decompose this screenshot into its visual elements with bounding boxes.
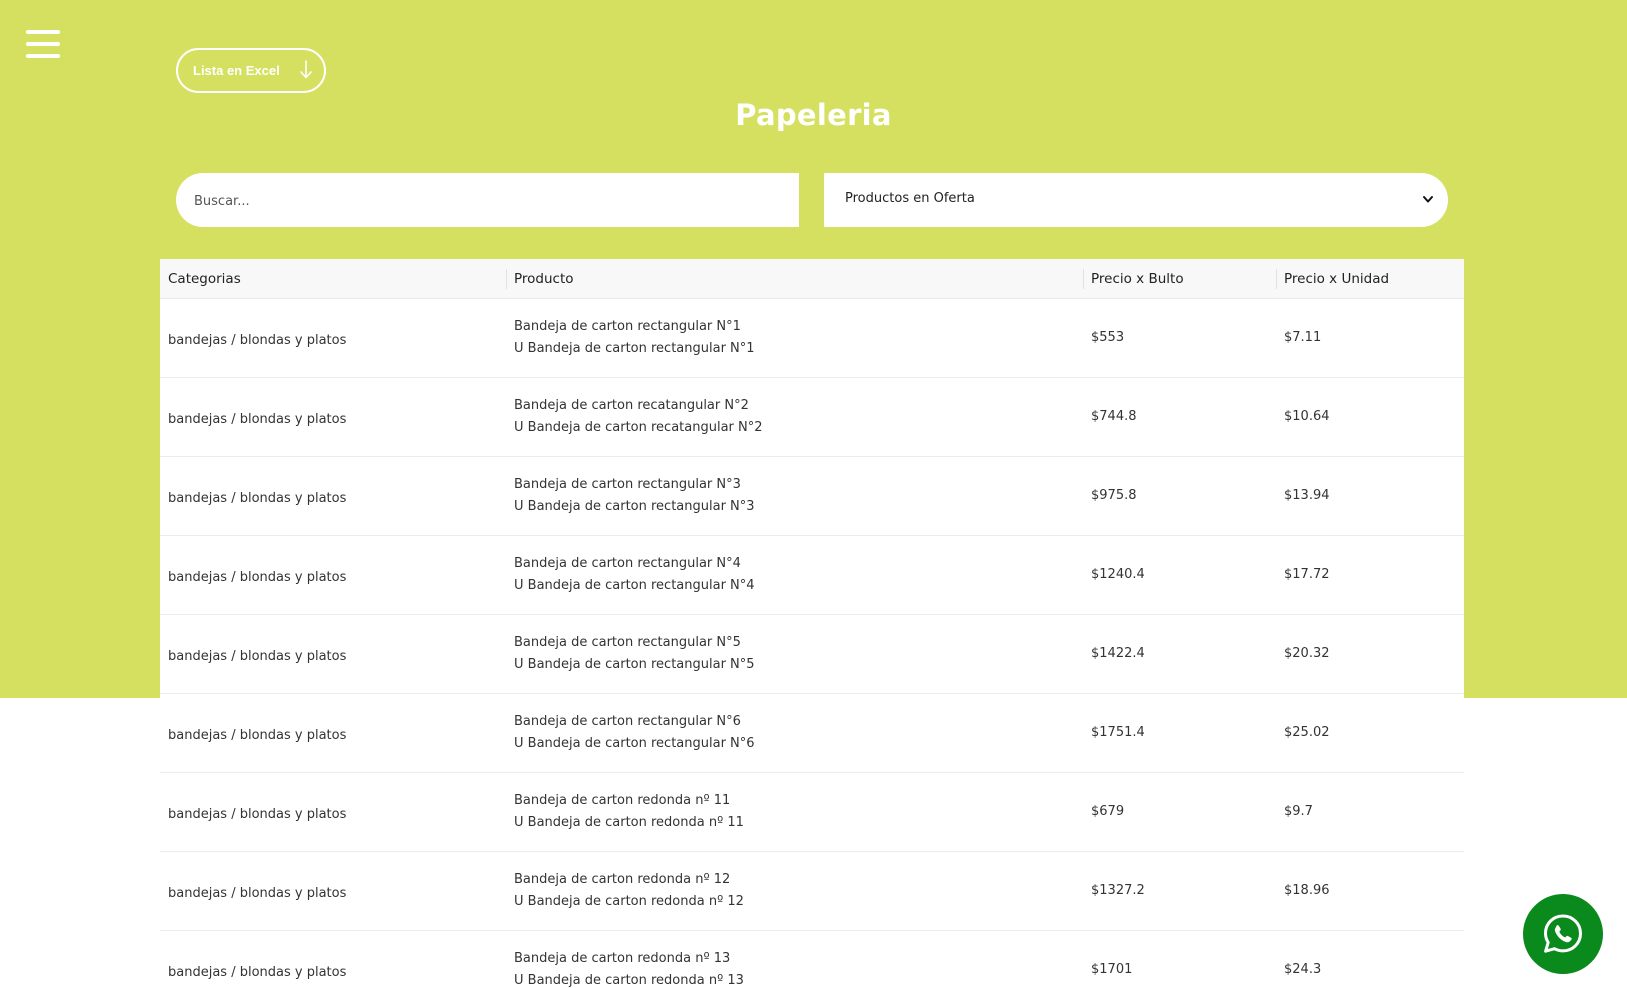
price-unit-cell: $25.02: [1276, 693, 1464, 773]
product-name: Bandeja de carton rectangular N°3: [514, 477, 741, 492]
table-row: bandejas / blondas y platos Bandeja de ca…: [160, 772, 1464, 852]
price-unit-cell: $17.72: [1276, 535, 1464, 615]
products-table: Categorias Producto Precio x Bulto Preci…: [160, 259, 1464, 988]
category-cell: bandejas / blondas y platos: [160, 614, 506, 694]
product-cell: Bandeja de carton rectangular N°1 U Bande…: [506, 298, 1083, 378]
table-row: bandejas / blondas y platos Bandeja de ca…: [160, 377, 1464, 457]
price-unit-cell: $10.64: [1276, 377, 1464, 457]
table-row: bandejas / blondas y platos Bandeja de ca…: [160, 535, 1464, 615]
search-box[interactable]: [176, 173, 799, 229]
column-header-categorias[interactable]: Categorias: [160, 259, 506, 299]
product-cell: Bandeja de carton redonda nº 11 U Bandeja…: [506, 772, 1083, 852]
price-unit-cell: $18.96: [1276, 851, 1464, 931]
price-bulk-cell: $744.8: [1083, 377, 1276, 457]
product-name: Bandeja de carton redonda nº 12: [514, 872, 731, 887]
arrow-down-icon: [300, 60, 312, 79]
column-header-precio-unidad[interactable]: Precio x Unidad: [1276, 259, 1464, 299]
product-name: Bandeja de carton redonda nº 13: [514, 951, 731, 966]
excel-button-label: Lista en Excel: [193, 63, 280, 78]
table-body: bandejas / blondas y platos Bandeja de ca…: [160, 298, 1464, 988]
category-cell: bandejas / blondas y platos: [160, 851, 506, 931]
chevron-down-icon: [1423, 196, 1433, 203]
table-row: bandejas / blondas y platos Bandeja de ca…: [160, 930, 1464, 988]
whatsapp-icon: [1544, 914, 1582, 953]
product-cell: Bandeja de carton rectangular N°4 U Bande…: [506, 535, 1083, 615]
price-bulk-cell: $975.8: [1083, 456, 1276, 536]
search-input[interactable]: [192, 173, 786, 229]
product-name: Bandeja de carton rectangular N°6: [514, 714, 741, 729]
product-cell: Bandeja de carton rectangular N°6 U Bande…: [506, 693, 1083, 773]
price-unit-cell: $7.11: [1276, 298, 1464, 378]
product-unit-name: U Bandeja de carton rectangular N°6: [514, 736, 755, 751]
price-unit-cell: $9.7: [1276, 772, 1464, 852]
product-unit-name: U Bandeja de carton rectangular N°1: [514, 341, 755, 356]
table-header: Categorias Producto Precio x Bulto Preci…: [160, 259, 1464, 299]
column-header-precio-bulto[interactable]: Precio x Bulto: [1083, 259, 1276, 299]
price-bulk-cell: $1327.2: [1083, 851, 1276, 931]
category-cell: bandejas / blondas y platos: [160, 772, 506, 852]
table-row: bandejas / blondas y platos Bandeja de ca…: [160, 693, 1464, 773]
product-name: Bandeja de carton rectangular N°4: [514, 556, 741, 571]
price-bulk-cell: $553: [1083, 298, 1276, 378]
product-name: Bandeja de carton rectangular N°5: [514, 635, 741, 650]
column-header-producto[interactable]: Producto: [506, 259, 1083, 299]
hamburger-menu-icon[interactable]: [26, 30, 62, 60]
product-name: Bandeja de carton recatangular N°2: [514, 398, 749, 413]
price-bulk-cell: $1240.4: [1083, 535, 1276, 615]
product-name: Bandeja de carton rectangular N°1: [514, 319, 741, 334]
price-unit-cell: $13.94: [1276, 456, 1464, 536]
product-cell: Bandeja de carton redonda nº 13 U Bandeja…: [506, 930, 1083, 988]
category-cell: bandejas / blondas y platos: [160, 930, 506, 988]
category-cell: bandejas / blondas y platos: [160, 456, 506, 536]
table-row: bandejas / blondas y platos Bandeja de ca…: [160, 298, 1464, 378]
price-bulk-cell: $679: [1083, 772, 1276, 852]
product-unit-name: U Bandeja de carton redonda nº 12: [514, 894, 744, 909]
product-unit-name: U Bandeja de carton rectangular N°5: [514, 657, 755, 672]
whatsapp-button[interactable]: [1523, 894, 1603, 974]
product-name: Bandeja de carton redonda nº 11: [514, 793, 731, 808]
product-unit-name: U Bandeja de carton rectangular N°4: [514, 578, 755, 593]
price-bulk-cell: $1751.4: [1083, 693, 1276, 773]
product-cell: Bandeja de carton rectangular N°3 U Bande…: [506, 456, 1083, 536]
category-cell: bandejas / blondas y platos: [160, 693, 506, 773]
product-unit-name: U Bandeja de carton redonda nº 13: [514, 973, 744, 988]
product-cell: Bandeja de carton recatangular N°2 U Band…: [506, 377, 1083, 457]
product-unit-name: U Bandeja de carton recatangular N°2: [514, 420, 763, 435]
select-value: Productos en Oferta: [845, 191, 975, 206]
product-unit-name: U Bandeja de carton redonda nº 11: [514, 815, 744, 830]
price-unit-cell: $24.3: [1276, 930, 1464, 988]
category-cell: bandejas / blondas y platos: [160, 535, 506, 615]
price-bulk-cell: $1701: [1083, 930, 1276, 988]
table-row: bandejas / blondas y platos Bandeja de ca…: [160, 614, 1464, 694]
category-cell: bandejas / blondas y platos: [160, 377, 506, 457]
product-unit-name: U Bandeja de carton rectangular N°3: [514, 499, 755, 514]
page-title: Papeleria: [735, 98, 892, 132]
products-table-card: Categorias Producto Precio x Bulto Preci…: [160, 259, 1464, 988]
product-cell: Bandeja de carton rectangular N°5 U Bande…: [506, 614, 1083, 694]
table-row: bandejas / blondas y platos Bandeja de ca…: [160, 851, 1464, 931]
price-unit-cell: $20.32: [1276, 614, 1464, 694]
price-bulk-cell: $1422.4: [1083, 614, 1276, 694]
excel-download-button[interactable]: Lista en Excel: [176, 48, 326, 93]
table-row: bandejas / blondas y platos Bandeja de ca…: [160, 456, 1464, 536]
category-cell: bandejas / blondas y platos: [160, 298, 506, 378]
offer-filter-select[interactable]: Productos en Oferta: [824, 173, 1448, 227]
product-cell: Bandeja de carton redonda nº 12 U Bandeja…: [506, 851, 1083, 931]
